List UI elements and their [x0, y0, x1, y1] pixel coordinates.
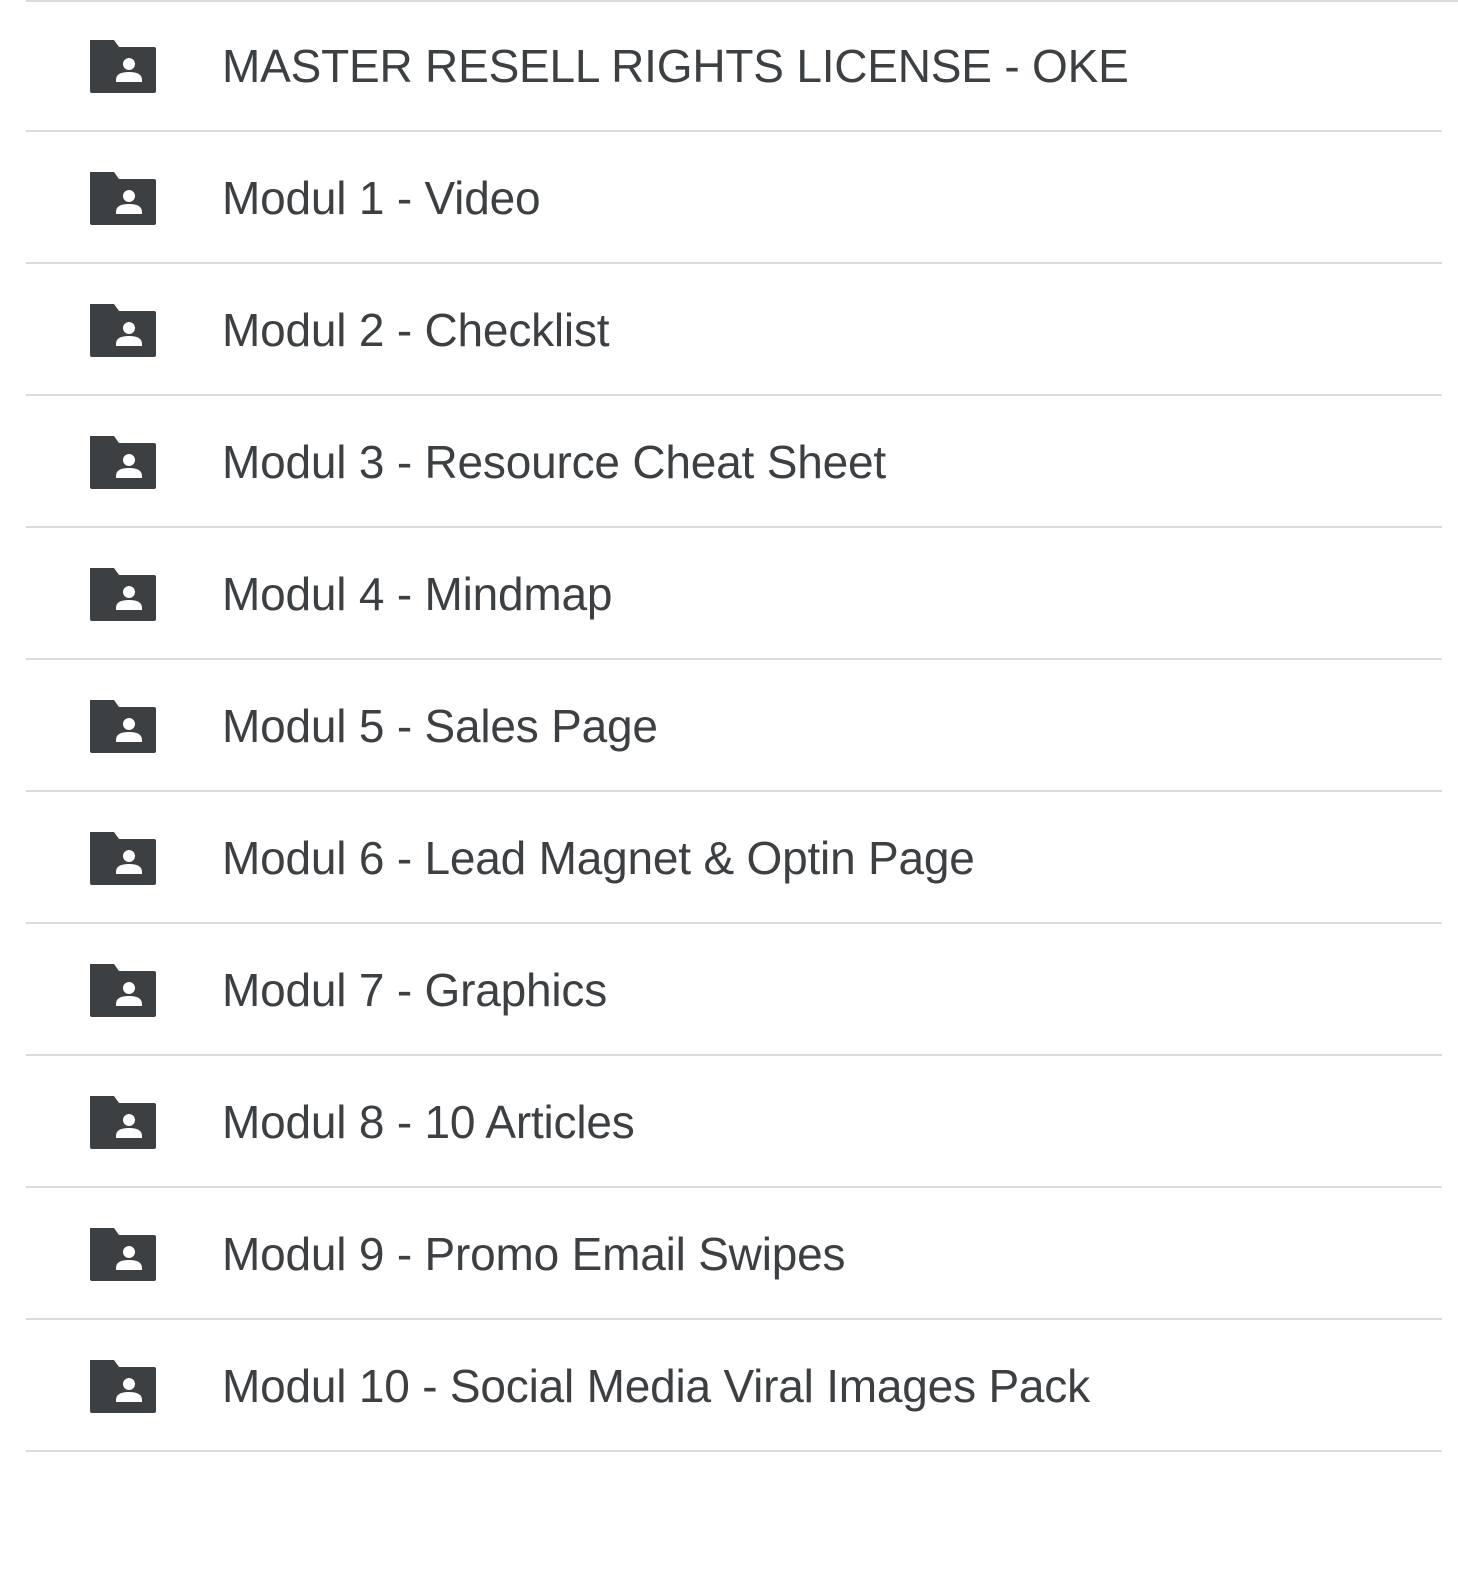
folder-row[interactable]: Modul 1 - Video [0, 132, 1458, 264]
folder-row[interactable]: Modul 7 - Graphics [0, 924, 1458, 1056]
folder-row[interactable]: Modul 10 - Social Media Viral Images Pac… [0, 1320, 1458, 1452]
shared-folder-icon [88, 301, 158, 359]
shared-folder-icon [88, 565, 158, 623]
shared-folder-icon [88, 829, 158, 887]
folder-name: Modul 8 - 10 Articles [222, 1096, 635, 1148]
folder-name: Modul 5 - Sales Page [222, 700, 658, 752]
folder-name: Modul 9 - Promo Email Swipes [222, 1228, 846, 1280]
folder-row[interactable]: Modul 8 - 10 Articles [0, 1056, 1458, 1188]
folder-row[interactable]: Modul 9 - Promo Email Swipes [0, 1188, 1458, 1320]
folder-name: Modul 10 - Social Media Viral Images Pac… [222, 1360, 1090, 1412]
shared-folder-icon [88, 37, 158, 95]
folder-name: Modul 4 - Mindmap [222, 568, 613, 620]
shared-folder-icon [88, 1357, 158, 1415]
shared-folder-icon [88, 1225, 158, 1283]
folder-row[interactable]: MASTER RESELL RIGHTS LICENSE - OKE [0, 0, 1458, 132]
shared-folder-icon [88, 1093, 158, 1151]
folder-name: Modul 1 - Video [222, 172, 541, 224]
shared-folder-icon [88, 961, 158, 1019]
folder-row[interactable]: Modul 5 - Sales Page [0, 660, 1458, 792]
shared-folder-icon [88, 697, 158, 755]
folder-row[interactable]: Modul 2 - Checklist [0, 264, 1458, 396]
shared-folder-icon [88, 169, 158, 227]
folder-name: Modul 3 - Resource Cheat Sheet [222, 436, 886, 488]
folder-row[interactable]: Modul 6 - Lead Magnet & Optin Page [0, 792, 1458, 924]
file-list: MASTER RESELL RIGHTS LICENSE - OKE Modul… [0, 0, 1458, 1452]
folder-name: Modul 2 - Checklist [222, 304, 610, 356]
folder-name: Modul 6 - Lead Magnet & Optin Page [222, 832, 975, 884]
folder-name: MASTER RESELL RIGHTS LICENSE - OKE [222, 40, 1129, 92]
folder-name: Modul 7 - Graphics [222, 964, 607, 1016]
folder-row[interactable]: Modul 3 - Resource Cheat Sheet [0, 396, 1458, 528]
folder-row[interactable]: Modul 4 - Mindmap [0, 528, 1458, 660]
shared-folder-icon [88, 433, 158, 491]
